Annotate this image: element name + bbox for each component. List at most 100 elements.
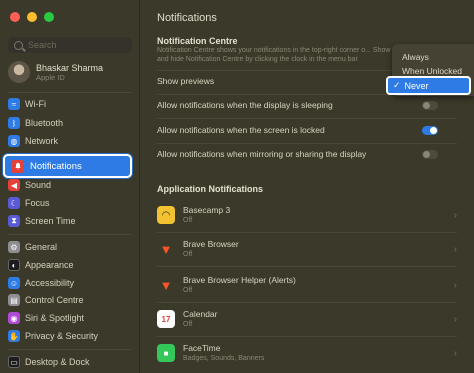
sidebar-item-label: Privacy & Security <box>25 331 99 341</box>
sidebar-item-appearance[interactable]: ◐ Appearance <box>8 257 74 273</box>
show-previews-label: Show previews <box>157 76 215 86</box>
sidebar-item-label: Bluetooth <box>25 118 64 128</box>
sidebar-item-label: Network <box>25 136 59 146</box>
row-divider <box>157 118 457 119</box>
sidebar-divider <box>8 92 132 93</box>
sidebar-item-network[interactable]: ◍ Network <box>8 133 58 149</box>
display-sleeping-toggle[interactable] <box>422 101 438 110</box>
mirroring-toggle[interactable] <box>422 150 438 159</box>
brave-icon: ▼ <box>159 241 173 257</box>
sidebar-item-siri-spotlight[interactable]: ◉ Siri & Spotlight <box>8 310 84 326</box>
account-sub: Apple ID <box>36 72 65 82</box>
sidebar: Search Bhaskar Sharma Apple ID ≈ Wi-Fi ᛒ… <box>0 0 140 373</box>
chevron-right-icon: › <box>453 244 457 255</box>
section-title: Notification Centre <box>157 36 238 46</box>
sidebar-item-label: General <box>25 242 58 252</box>
sidebar-item-accessibility[interactable]: ☺ Accessibility <box>8 275 74 291</box>
sidebar-item-notifications[interactable]: Notifications <box>3 154 132 178</box>
app-row-facetime[interactable]: ■ FaceTime Badges, Sounds, Banners › <box>157 340 457 370</box>
app-row-basecamp[interactable]: ◠ Basecamp 3 Off › <box>157 202 457 232</box>
avatar <box>8 61 30 83</box>
sidebar-item-desktop-dock[interactable]: ▭ Desktop & Dock <box>8 354 90 370</box>
chevron-right-icon: › <box>453 210 457 221</box>
app-name: Brave Browser Helper (Alerts) <box>183 275 296 285</box>
section-description: Notification Centre shows your notificat… <box>157 47 391 63</box>
row-divider <box>157 336 457 337</box>
sidebar-item-screen-time[interactable]: ⧗ Screen Time <box>8 213 76 229</box>
sidebar-item-label: Siri & Spotlight <box>25 313 85 323</box>
app-status: Off <box>183 251 193 258</box>
sidebar-item-general[interactable]: ⚙ General <box>8 239 57 255</box>
sidebar-item-sound[interactable]: ◀ Sound <box>8 177 51 193</box>
siri-icon: ◉ <box>8 312 20 324</box>
search-placeholder: Search <box>28 40 57 50</box>
basecamp-icon: ◠ <box>157 206 175 224</box>
bell-icon <box>11 159 24 173</box>
sidebar-item-label: Sound <box>25 180 52 190</box>
moon-icon: ☾ <box>8 197 20 209</box>
sidebar-item-label: Wi-Fi <box>25 99 46 109</box>
menu-option-label: Never <box>404 80 429 91</box>
zoom-button[interactable] <box>44 12 54 22</box>
dock-icon: ▭ <box>8 356 20 368</box>
sidebar-divider <box>8 349 132 350</box>
sidebar-item-label: Notifications <box>30 160 82 172</box>
chevron-right-icon: › <box>453 348 457 359</box>
apple-id-account[interactable]: Bhaskar Sharma Apple ID <box>8 61 103 83</box>
account-name: Bhaskar Sharma <box>36 62 104 73</box>
wifi-icon: ≈ <box>8 98 20 110</box>
checkmark-icon: ✓ <box>393 80 401 90</box>
control-centre-icon: ▤ <box>8 294 20 306</box>
close-button[interactable] <box>10 12 20 22</box>
sidebar-item-bluetooth[interactable]: ᛒ Bluetooth <box>8 115 63 131</box>
sidebar-divider <box>8 234 132 235</box>
search-icon <box>14 40 23 50</box>
hand-icon: ✋ <box>8 330 20 342</box>
app-section-title: Application Notifications <box>157 184 264 194</box>
menu-option-when-unlocked[interactable]: When Unlocked <box>402 66 462 76</box>
row-divider <box>157 143 457 144</box>
minimize-button[interactable] <box>27 12 37 22</box>
mirroring-label: Allow notifications when mirroring or sh… <box>157 149 367 159</box>
facetime-icon: ■ <box>157 344 175 362</box>
app-name: Basecamp 3 <box>183 205 231 215</box>
app-row-brave-helper[interactable]: ▼ Brave Browser Helper (Alerts) Off › <box>157 272 457 302</box>
menu-option-always[interactable]: Always <box>402 52 429 62</box>
brave-helper-icon: ▼ <box>159 277 173 293</box>
sidebar-item-label: Focus <box>25 198 50 208</box>
appearance-icon: ◐ <box>8 259 20 271</box>
app-status: Badges, Sounds, Banners <box>183 355 265 362</box>
screen-locked-toggle[interactable] <box>422 126 438 135</box>
screen-locked-label: Allow notifications when the screen is l… <box>157 125 325 135</box>
app-name: Calendar <box>183 309 218 319</box>
sidebar-item-label: Desktop & Dock <box>25 357 90 367</box>
calendar-icon: 17 <box>157 310 175 328</box>
sidebar-item-control-centre[interactable]: ▤ Control Centre <box>8 292 84 308</box>
chevron-right-icon: › <box>453 280 457 291</box>
sidebar-item-focus[interactable]: ☾ Focus <box>8 195 50 211</box>
row-divider <box>157 232 457 233</box>
sidebar-item-privacy-security[interactable]: ✋ Privacy & Security <box>8 328 98 344</box>
row-divider <box>157 266 457 267</box>
sidebar-item-label: Appearance <box>25 260 74 270</box>
chevron-right-icon: › <box>453 314 457 325</box>
sidebar-item-wifi[interactable]: ≈ Wi-Fi <box>8 96 46 112</box>
app-row-calendar[interactable]: 17 Calendar Off › <box>157 306 457 336</box>
app-name: FaceTime <box>183 343 221 353</box>
app-status: Off <box>183 287 193 294</box>
globe-icon: ◍ <box>8 135 20 147</box>
page-title: Notifications <box>157 12 217 24</box>
speaker-icon: ◀ <box>8 179 20 191</box>
accessibility-icon: ☺ <box>8 277 20 289</box>
gear-icon: ⚙ <box>8 241 20 253</box>
app-status: Off <box>183 321 193 328</box>
display-sleeping-label: Allow notifications when the display is … <box>157 100 333 110</box>
search-input[interactable]: Search <box>8 37 132 53</box>
app-status: Off <box>183 217 193 224</box>
app-row-brave[interactable]: ▼ Brave Browser Off › <box>157 236 457 266</box>
bluetooth-icon: ᛒ <box>8 117 20 129</box>
hourglass-icon: ⧗ <box>8 215 20 227</box>
menu-option-never[interactable]: ✓ Never <box>386 76 471 95</box>
row-divider <box>157 302 457 303</box>
window-controls <box>10 12 54 22</box>
